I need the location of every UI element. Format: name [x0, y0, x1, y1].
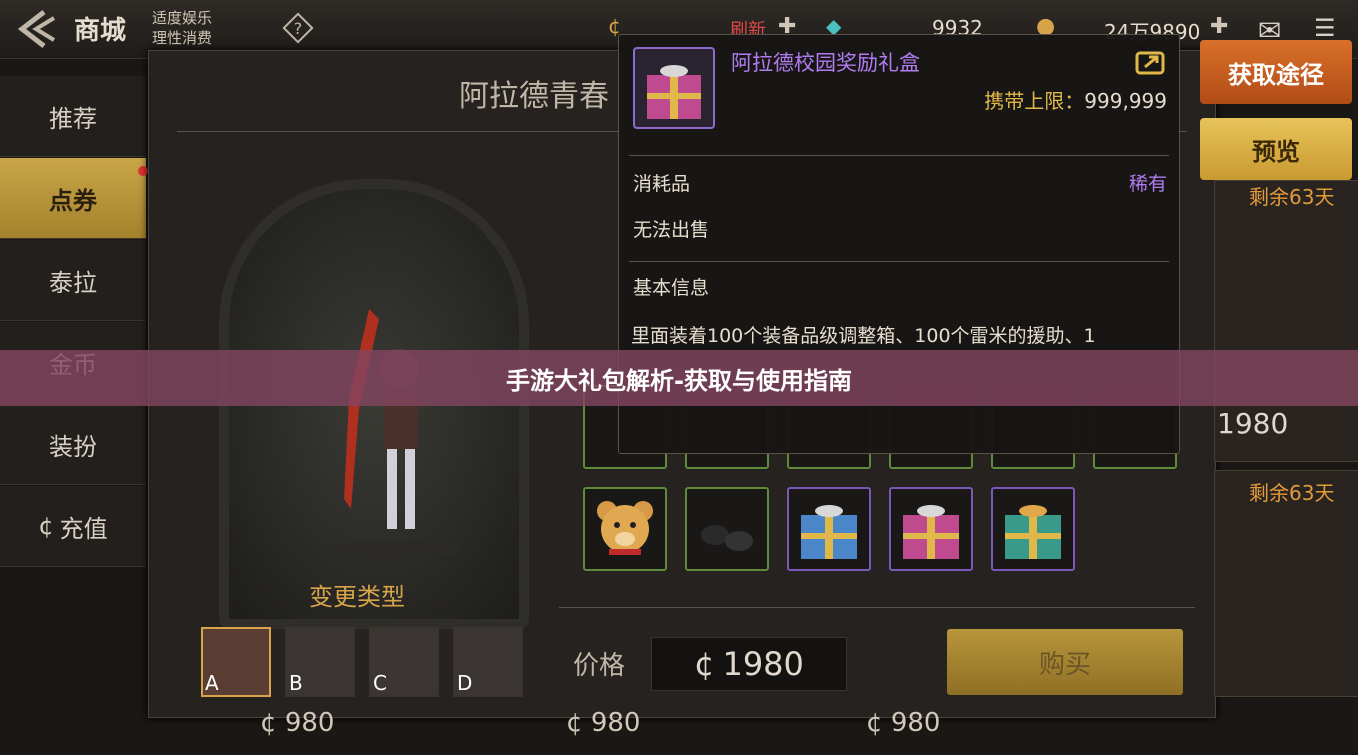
add-gold-icon[interactable]: ✚	[1210, 14, 1228, 39]
help-icon[interactable]: ?	[282, 12, 314, 44]
sidebar-item-label: 泰拉	[49, 268, 97, 297]
price-value: 1980	[722, 645, 804, 683]
panel-title: 阿拉德青春	[459, 79, 609, 114]
carry-limit-value: 999,999	[1084, 89, 1167, 113]
variant-label: D	[457, 671, 473, 695]
carry-limit: 携带上限：999,999	[984, 85, 1167, 114]
gift-box-icon	[647, 65, 701, 119]
sidebar: 推荐 点券 泰拉 金币 装扮 ¢充值	[0, 76, 146, 596]
bottom-price: ¢ 980	[866, 708, 940, 738]
coupon-icon: ¢	[38, 512, 54, 540]
gift-box-icon	[801, 505, 857, 559]
sidebar-item-label: 点券	[49, 186, 97, 215]
price-value: 980	[284, 708, 335, 738]
item-slot-gift-box-blue[interactable]	[787, 487, 871, 571]
item-slot-gift-box-green[interactable]	[991, 487, 1075, 571]
variant-label: C	[373, 671, 387, 695]
sell-status: 无法出售	[633, 219, 710, 241]
back-arrow-icon[interactable]	[14, 8, 60, 50]
item-slot-teddy-bear[interactable]	[583, 487, 667, 571]
item-slot-gift-box-pink[interactable]	[889, 487, 973, 571]
divider	[559, 607, 1195, 608]
change-type-button[interactable]: 变更类型	[309, 577, 405, 612]
teddy-bear-icon	[597, 501, 653, 555]
bottom-price: ¢ 980	[260, 708, 334, 738]
slogan: 适度娱乐 理性消费	[152, 8, 232, 48]
gift-box-icon	[903, 505, 959, 559]
character-variant-b[interactable]: B	[285, 627, 355, 697]
preview-button[interactable]: 预览	[1200, 118, 1352, 180]
sidebar-item-label: 装扮	[49, 432, 97, 461]
sidebar-item-recharge[interactable]: ¢ 充值	[0, 486, 146, 567]
buy-button[interactable]: 购买	[947, 629, 1183, 695]
sidebar-item-recommend[interactable]: 推荐	[0, 76, 146, 157]
price-label: 价格	[573, 651, 626, 681]
item-icon	[633, 47, 715, 129]
notification-dot	[138, 166, 148, 176]
right-product-card[interactable]: 剩余63天	[1214, 470, 1358, 697]
get-source-button[interactable]: 获取途径	[1200, 40, 1352, 104]
article-title-banner: 手游大礼包解析-获取与使用指南	[0, 350, 1358, 406]
remaining-days: 剩余63天	[1249, 185, 1335, 209]
coupon-icon: ¢	[866, 708, 891, 738]
slogan-line-1: 适度娱乐	[152, 9, 213, 27]
coupon-icon: ¢	[260, 708, 285, 738]
variant-label: B	[289, 671, 303, 695]
price-box: ¢ 1980	[651, 637, 847, 691]
right-product-card[interactable]: 剩余63天 1980	[1214, 180, 1358, 462]
character-variant-c[interactable]: C	[369, 627, 439, 697]
remaining-days: 剩余63天	[1249, 481, 1335, 505]
sidebar-item-tera[interactable]: 泰拉	[0, 240, 146, 321]
svg-text:?: ?	[294, 19, 303, 38]
character-variant-a[interactable]: A	[201, 627, 271, 697]
sidebar-item-label: 推荐	[49, 104, 97, 133]
variant-label: A	[205, 671, 219, 695]
coupon-icon: ¢	[694, 645, 715, 683]
carry-limit-label: 携带上限：	[984, 89, 1085, 113]
sidebar-item-avatar[interactable]: 装扮	[0, 404, 146, 485]
chat-icon[interactable]: ☰	[1314, 14, 1336, 42]
character-figure	[329, 309, 459, 557]
character-variant-d[interactable]: D	[453, 627, 523, 697]
price-value: 980	[590, 708, 641, 738]
basic-info-heading: 基本信息	[633, 277, 710, 299]
divider	[629, 261, 1169, 262]
item-name: 阿拉德校园奖励礼盒	[731, 51, 920, 75]
share-icon[interactable]	[1135, 49, 1165, 75]
shoes-icon	[701, 525, 753, 551]
slogan-line-2: 理性消费	[152, 29, 213, 47]
sidebar-item-label: 充值	[59, 514, 108, 543]
item-rarity: 稀有	[1128, 173, 1167, 195]
sidebar-item-coupon[interactable]: 点券	[0, 158, 146, 239]
bottom-price: ¢ 980	[566, 708, 640, 738]
coupon-icon: ¢	[566, 708, 591, 738]
item-slot-shoes[interactable]	[685, 487, 769, 571]
card-price: 1980	[1217, 407, 1289, 440]
page-title: 商城	[74, 16, 127, 46]
item-category: 消耗品	[633, 173, 691, 195]
gift-box-icon	[1005, 505, 1061, 559]
price-value: 980	[890, 708, 941, 738]
divider	[629, 155, 1169, 156]
